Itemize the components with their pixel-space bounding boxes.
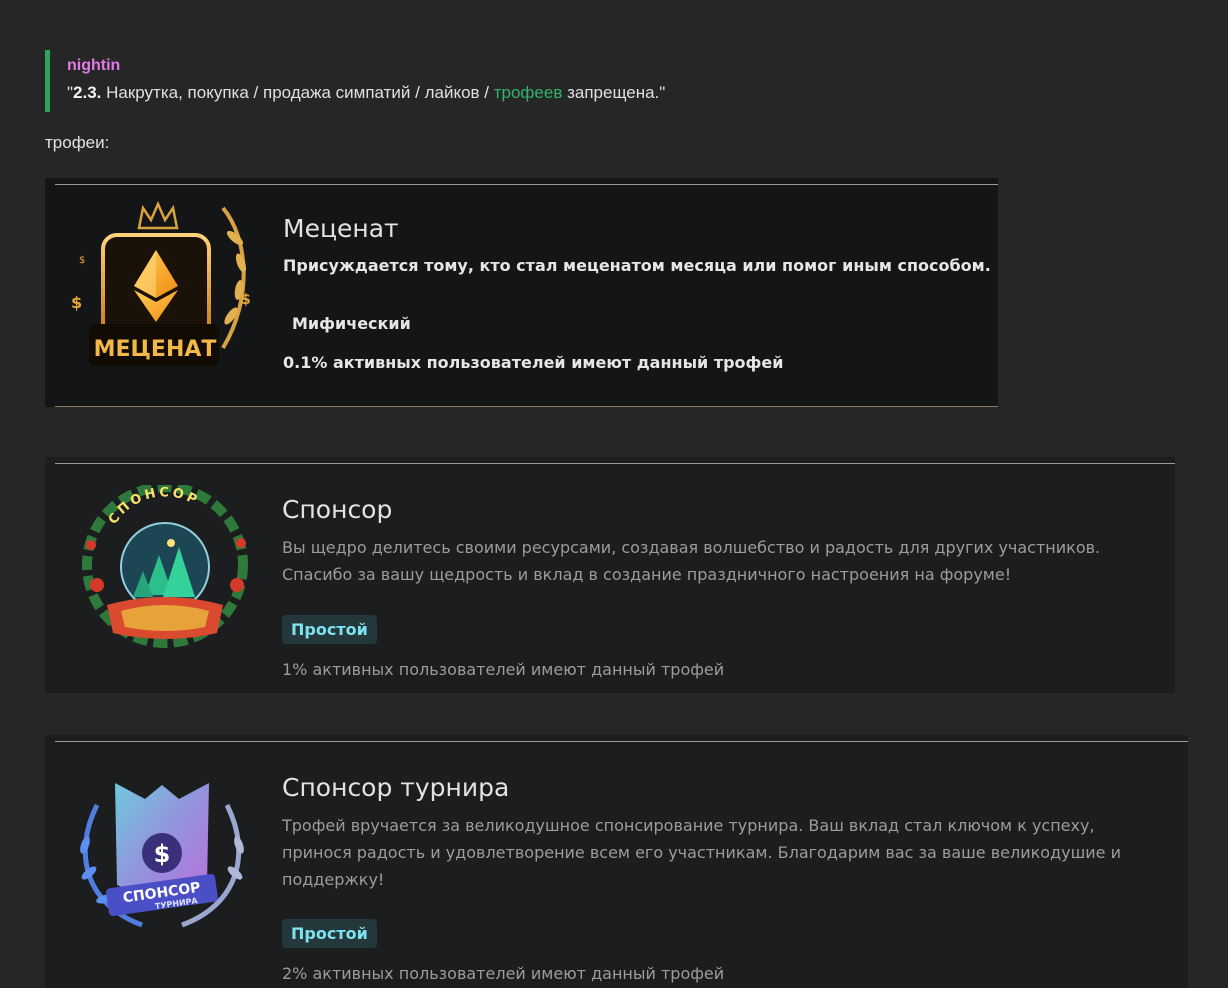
rarity-badge: Простой bbox=[282, 919, 377, 948]
trophy-title: Меценат bbox=[283, 214, 399, 243]
trophy-description: Присуждается тому, кто стал меценатом ме… bbox=[283, 256, 991, 275]
trophy-description: Трофей вручается за великодушное спонсир… bbox=[282, 816, 1121, 889]
sponsor-trophy-icon: СПОНСОР bbox=[82, 485, 248, 648]
svg-text:$: $ bbox=[79, 255, 85, 266]
quote-text: "2.3. Накрутка, покупка / продажа симпат… bbox=[67, 83, 666, 102]
tournament-sponsor-trophy-icon: $ СПОНСОР ТУРНИРА bbox=[80, 783, 244, 928]
quote-block: nightin "2.3. Накрутка, покупка / продаж… bbox=[45, 50, 805, 112]
quote-author[interactable]: nightin bbox=[67, 57, 805, 75]
svg-text:МЕЦЕНАТ: МЕЦЕНАТ bbox=[94, 337, 217, 362]
card-top-line bbox=[55, 741, 1188, 742]
card-top-line bbox=[55, 463, 1175, 464]
trophy-stat: 1% активных пользователей имеют данный т… bbox=[282, 660, 725, 679]
svg-text:СПОНСОР: СПОНСОР bbox=[106, 485, 202, 527]
trophy-stat: 0.1% активных пользователей имеют данный… bbox=[283, 353, 784, 372]
trophies-label: трофеи: bbox=[45, 133, 110, 152]
card-top-line bbox=[55, 184, 998, 185]
svg-text:$: $ bbox=[241, 292, 251, 308]
trophy-title: Спонсор bbox=[282, 495, 393, 524]
trophy-title: Спонсор турнира bbox=[282, 773, 510, 802]
trophies-link[interactable]: трофеев bbox=[494, 83, 563, 102]
rarity-badge: Мифический bbox=[292, 314, 411, 333]
patron-trophy-icon: $ $ $ МЕЦЕНАТ bbox=[71, 200, 251, 366]
rarity-badge: Простой bbox=[282, 615, 377, 644]
trophy-card-tournament-sponsor: $ СПОНСОР ТУРНИРА Спонсор турнира Трофей… bbox=[45, 735, 1188, 988]
trophy-card-sponsor: СПОНСОР Спонсор Вы щедро делитесь своими… bbox=[45, 457, 1175, 693]
svg-text:$: $ bbox=[71, 293, 82, 312]
rule-number: 2.3. bbox=[73, 83, 102, 102]
forum-post: nightin "2.3. Накрутка, покупка / продаж… bbox=[0, 0, 1228, 988]
trophy-card-patron: $ $ $ МЕЦЕНАТ Меценат Присуждается тому,… bbox=[45, 178, 998, 407]
trophy-description: Вы щедро делитесь своими ресурсами, созд… bbox=[282, 538, 1101, 584]
svg-text:$: $ bbox=[154, 840, 171, 868]
card-bottom-line bbox=[55, 406, 998, 407]
trophy-stat: 2% активных пользователей имеют данный т… bbox=[282, 964, 725, 983]
